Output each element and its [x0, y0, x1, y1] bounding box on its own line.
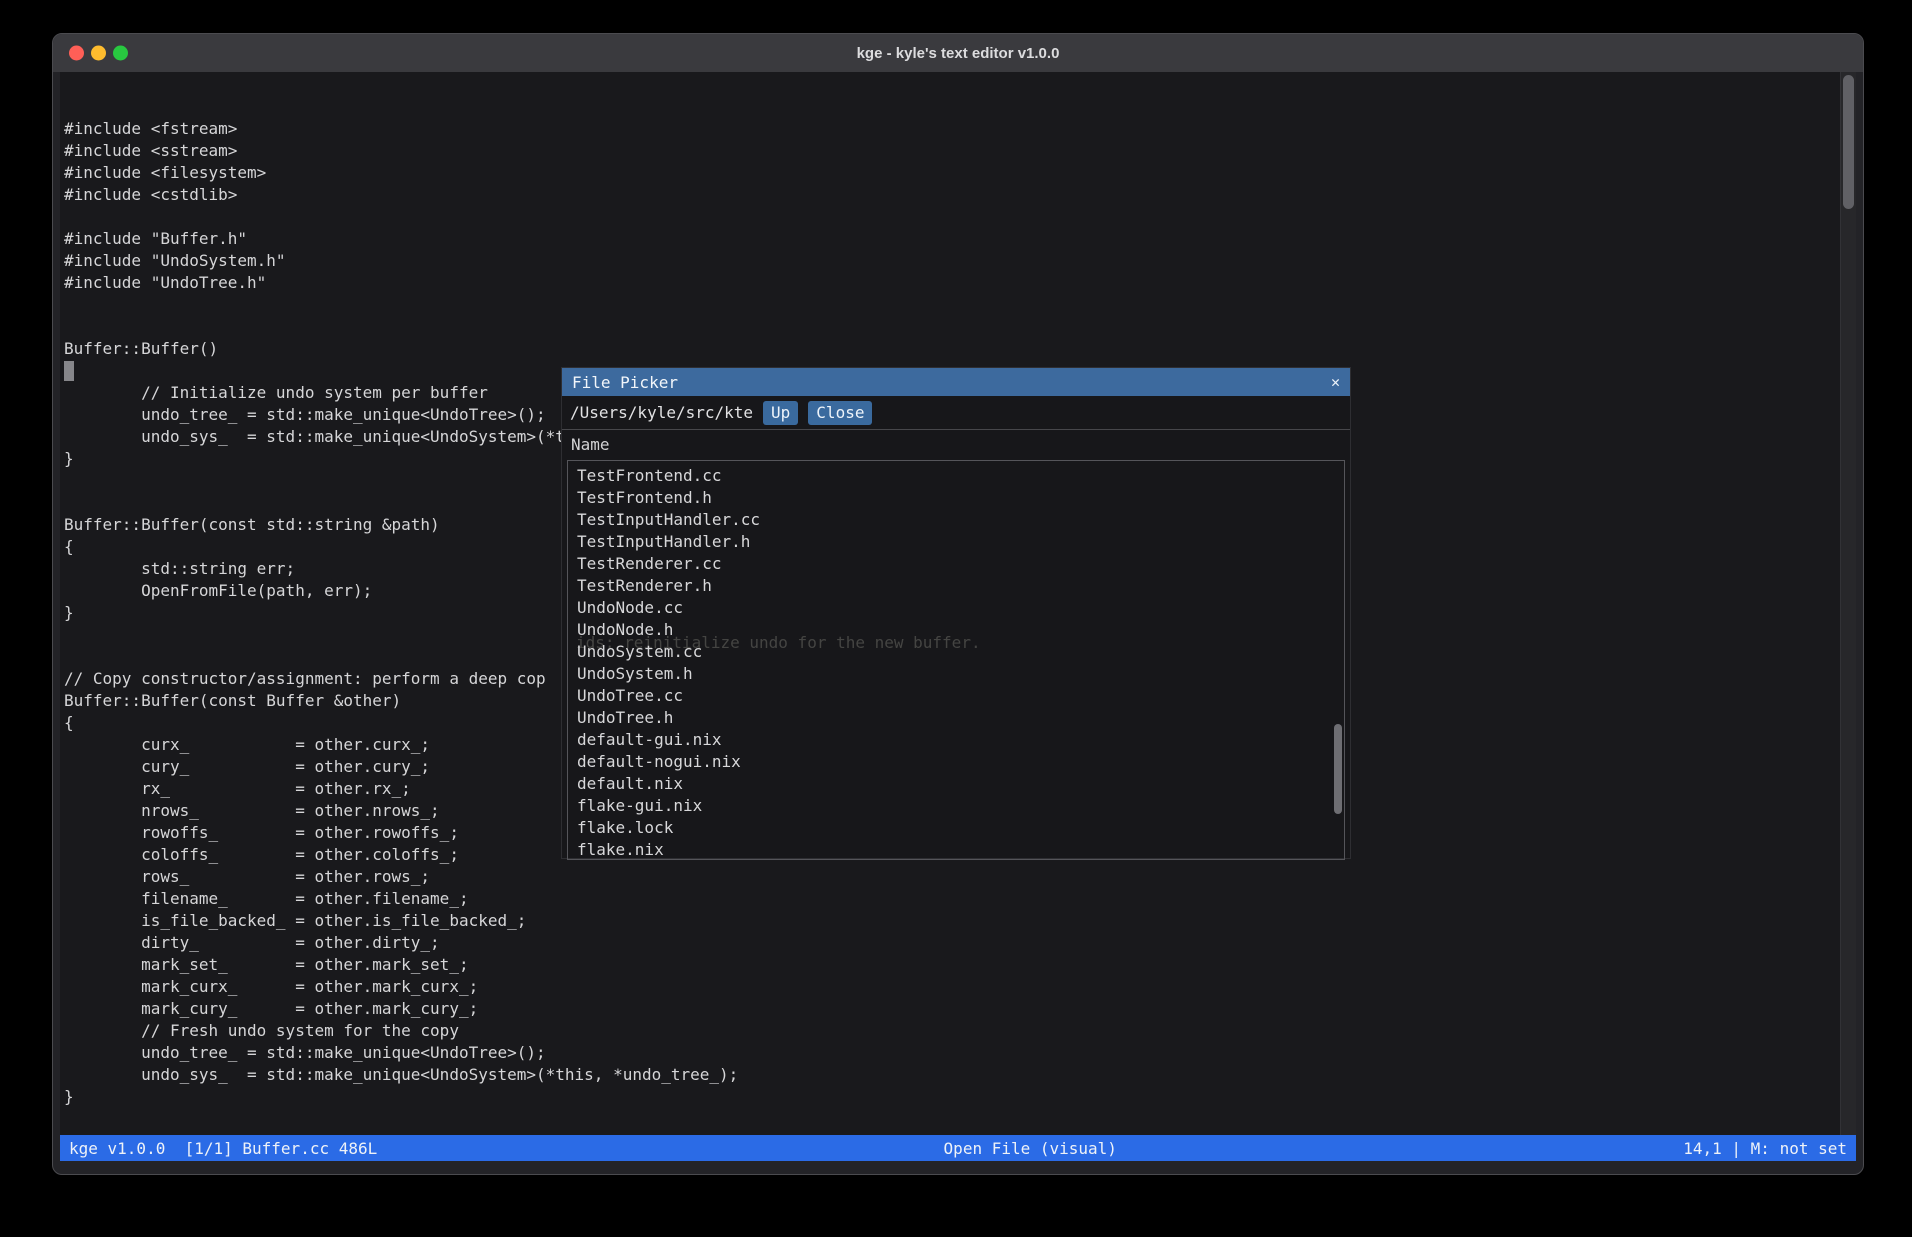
status-center: Open File (visual) — [377, 1139, 1683, 1158]
status-bar: kge v1.0.0 [1/1] Buffer.cc 486L Open Fil… — [60, 1135, 1856, 1161]
window-titlebar[interactable]: kge - kyle's text editor v1.0.0 — [53, 34, 1863, 72]
current-path: /Users/kyle/src/kte — [570, 403, 753, 422]
path-row: /Users/kyle/src/kte Up Close — [562, 396, 1350, 429]
up-button[interactable]: Up — [763, 401, 798, 425]
code-line: #include <cstdlib> — [64, 184, 1838, 206]
file-item[interactable]: TestInputHandler.cc — [568, 509, 1344, 531]
file-item[interactable]: flake.lock — [568, 817, 1344, 839]
file-picker-dialog: File Picker ✕ /Users/kyle/src/kte Up Clo… — [561, 367, 1351, 859]
editor-scrollbar-thumb[interactable] — [1843, 75, 1854, 209]
file-picker-title: File Picker — [572, 373, 678, 392]
code-line: #include <filesystem> — [64, 162, 1838, 184]
text-cursor — [64, 361, 74, 381]
minimize-window-button[interactable] — [91, 46, 106, 61]
file-item[interactable]: default-nogui.nix — [568, 751, 1344, 773]
close-button[interactable]: Close — [808, 401, 872, 425]
code-line: undo_tree_ = std::make_unique<UndoTree>(… — [64, 1042, 1838, 1064]
code-line: mark_curx_ = other.mark_curx_; — [64, 976, 1838, 998]
code-line: filename_ = other.filename_; — [64, 888, 1838, 910]
code-line: Buffer::Buffer() — [64, 338, 1838, 360]
file-item[interactable]: UndoSystem.cc — [568, 641, 1344, 663]
file-item[interactable]: default-gui.nix — [568, 729, 1344, 751]
file-item[interactable]: UndoTree.h — [568, 707, 1344, 729]
file-item[interactable]: TestRenderer.h — [568, 575, 1344, 597]
file-item[interactable]: TestInputHandler.h — [568, 531, 1344, 553]
name-column-header: Name — [562, 430, 1350, 460]
code-line: #include <fstream> — [64, 118, 1838, 140]
editor-window: kge - kyle's text editor v1.0.0 #include… — [52, 33, 1864, 1175]
status-right: 14,1 | M: not set — [1683, 1139, 1847, 1158]
code-line — [64, 316, 1838, 338]
window-title: kge - kyle's text editor v1.0.0 — [857, 45, 1060, 62]
code-line: #include "UndoSystem.h" — [64, 250, 1838, 272]
file-item[interactable]: UndoNode.cc — [568, 597, 1344, 619]
file-picker-titlebar[interactable]: File Picker ✕ — [562, 368, 1350, 396]
status-left: kge v1.0.0 [1/1] Buffer.cc 486L — [69, 1139, 377, 1158]
close-window-button[interactable] — [69, 46, 84, 61]
file-item[interactable]: UndoSystem.h — [568, 663, 1344, 685]
code-line — [64, 206, 1838, 228]
code-line: #include "UndoTree.h" — [64, 272, 1838, 294]
code-line: is_file_backed_ = other.is_file_backed_; — [64, 910, 1838, 932]
code-line: undo_sys_ = std::make_unique<UndoSystem>… — [64, 1064, 1838, 1086]
code-line — [64, 1108, 1838, 1130]
editor-scrollbar[interactable] — [1840, 72, 1856, 1135]
file-item[interactable]: TestFrontend.cc — [568, 465, 1344, 487]
code-line: mark_set_ = other.mark_set_; — [64, 954, 1838, 976]
code-line — [64, 294, 1838, 316]
file-items-container: TestFrontend.ccTestFrontend.hTestInputHa… — [568, 465, 1344, 860]
code-line: #include "Buffer.h" — [64, 228, 1838, 250]
code-line: // Fresh undo system for the copy — [64, 1020, 1838, 1042]
code-line: } — [64, 1086, 1838, 1108]
zoom-window-button[interactable] — [113, 46, 128, 61]
file-item[interactable]: UndoNode.h — [568, 619, 1344, 641]
file-item[interactable]: TestFrontend.h — [568, 487, 1344, 509]
file-item[interactable]: flake.nix — [568, 839, 1344, 860]
file-list[interactable]: ids: reinitialize undo for the new buffe… — [567, 460, 1345, 860]
code-line: mark_cury_ = other.mark_cury_; — [64, 998, 1838, 1020]
editor-content-area: #include <fstream>#include <sstream>#inc… — [60, 72, 1856, 1161]
close-icon[interactable]: ✕ — [1331, 373, 1340, 391]
code-line: rows_ = other.rows_; — [64, 866, 1838, 888]
code-line: #include <sstream> — [64, 140, 1838, 162]
file-item[interactable]: default.nix — [568, 773, 1344, 795]
file-item[interactable]: TestRenderer.cc — [568, 553, 1344, 575]
traffic-lights — [69, 46, 128, 61]
file-item[interactable]: UndoTree.cc — [568, 685, 1344, 707]
code-line: dirty_ = other.dirty_; — [64, 932, 1838, 954]
file-item[interactable]: flake-gui.nix — [568, 795, 1344, 817]
